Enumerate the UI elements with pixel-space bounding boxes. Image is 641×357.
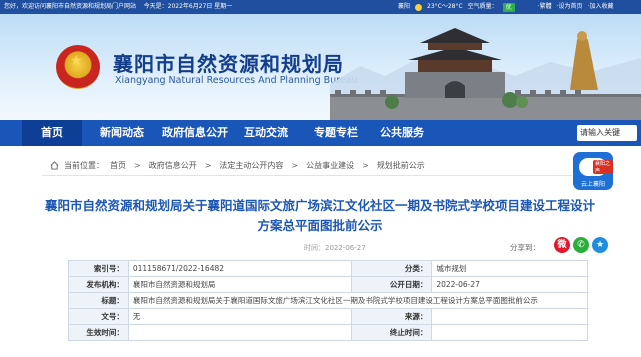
top-greeting: 您好，欢迎访问襄阳市自然资源和规划局门户网站 今天是：2022年6月27日 星期…	[4, 0, 232, 14]
home-icon	[50, 161, 59, 170]
table-row: 索引号： 011158671/2022-16482 分类： 城市规划	[68, 260, 588, 277]
weather-text: 23°C～28°C	[427, 3, 463, 10]
city-text: 襄阳	[398, 3, 411, 10]
breadcrumb-divider	[42, 175, 572, 176]
nav-home[interactable]: 首页	[22, 120, 82, 146]
expire-label: 终止时间：	[351, 324, 433, 341]
category-value: 城市规划	[431, 260, 588, 277]
weather-area: 襄阳 23°C～28°C 空气质量： 优 ·繁體 ·设为首页 ·加入收藏	[398, 0, 613, 14]
link-traditional[interactable]: ·繁體	[538, 0, 552, 14]
main-nav: 首页 新闻动态 政府信息公开 互动交流 专题专栏 公共服务 请输入关键	[0, 120, 641, 146]
nav-public-services[interactable]: 公共服务	[380, 120, 424, 146]
effective-label: 生效时间：	[68, 324, 129, 341]
index-label: 索引号：	[68, 260, 129, 277]
category-label: 分类：	[351, 260, 433, 277]
table-row: 标题： 襄阳市自然资源和规划局关于襄阳道国际文旅广场滨江文化社区一期及书院式学校…	[68, 292, 589, 309]
nav-special-topics[interactable]: 专题专栏	[314, 120, 358, 146]
site-subtitle: Xiangyang Natural Resources And Planning…	[115, 75, 358, 86]
table-row: 生效时间： 终止时间：	[68, 324, 588, 341]
breadcrumb-planning-notice[interactable]: 规划批前公示	[377, 160, 425, 171]
site-title: 襄阳市自然资源和规划局	[113, 52, 344, 76]
greeting-text: 您好，欢迎访问襄阳市自然资源和规划局门户网站	[4, 3, 137, 10]
title-value: 襄阳市自然资源和规划局关于襄阳道国际文旅广场滨江文化社区一期及书院式学校项目建设…	[127, 292, 589, 309]
qzone-share-icon[interactable]: ★	[592, 237, 608, 253]
source-value	[431, 308, 588, 325]
top-info-bar: 您好，欢迎访问襄阳市自然资源和规划局门户网站 今天是：2022年6月27日 星期…	[0, 0, 641, 14]
date-text: 今天是：2022年6月27日 星期一	[143, 3, 233, 10]
effective-value	[127, 324, 353, 341]
docno-label: 文号：	[68, 308, 129, 325]
article-title: 襄阳市自然资源和规划局关于襄阳道国际文旅广场滨江文化社区一期及书院式学校项目建设…	[44, 198, 595, 233]
city-gate-illustration	[330, 28, 641, 120]
breadcrumb-separator: >	[291, 161, 299, 170]
breadcrumb-separator: >	[204, 161, 212, 170]
share-label: 分享到：	[510, 243, 540, 252]
docno-value: 无	[127, 308, 353, 325]
header-banner: ★ 襄阳市自然资源和规划局 Xiangyang Natural Resource…	[0, 14, 641, 120]
source-label: 来源：	[351, 308, 433, 325]
index-value: 011158671/2022-16482	[127, 260, 353, 277]
publisher-label: 发布机构：	[68, 276, 129, 293]
aqi-badge: 优	[502, 2, 515, 12]
title-label: 标题：	[68, 292, 129, 309]
search-input[interactable]: 请输入关键	[577, 125, 637, 141]
info-table: 索引号： 011158671/2022-16482 分类： 城市规划 发布机构：…	[68, 260, 589, 341]
link-set-homepage[interactable]: ·设为首页	[557, 0, 583, 14]
table-row: 发布机构： 襄阳市自然资源和规划局 公开日期： 2022-06-27	[68, 276, 588, 293]
nav-interaction[interactable]: 互动交流	[244, 120, 288, 146]
breadcrumb: 当前位置： 首页 > 政府信息公开 > 法定主动公开内容 > 公益事业建设 > …	[50, 160, 425, 171]
link-add-favorite[interactable]: ·加入收藏	[588, 0, 614, 14]
weibo-share-icon[interactable]: 微	[554, 237, 570, 253]
app-badge[interactable]: 襄阳之声 云上襄阳	[573, 152, 613, 190]
breadcrumb-label: 当前位置：	[64, 161, 104, 170]
nav-news[interactable]: 新闻动态	[100, 120, 144, 146]
sun-icon	[415, 3, 423, 11]
nav-gov-info[interactable]: 政府信息公开	[162, 120, 228, 146]
breadcrumb-gov-info[interactable]: 政府信息公开	[149, 160, 197, 171]
publisher-value: 襄阳市自然资源和规划局	[127, 276, 353, 293]
pubdate-value: 2022-06-27	[431, 276, 588, 293]
expire-value	[431, 324, 588, 341]
national-emblem-icon: ★	[56, 45, 100, 89]
app-caption: 云上襄阳	[580, 181, 605, 188]
breadcrumb-separator: >	[134, 161, 141, 170]
breadcrumb-statutory[interactable]: 法定主动公开内容	[219, 160, 283, 171]
publish-time: 时间：2022-06-27	[304, 244, 366, 252]
app-name-tag: 襄阳之声	[593, 160, 613, 174]
pubdate-label: 公开日期：	[351, 276, 433, 293]
aqi-label: 空气质量：	[467, 3, 498, 10]
table-row: 文号： 无 来源：	[68, 308, 588, 325]
wechat-share-icon[interactable]: ✆	[573, 237, 589, 253]
breadcrumb-separator: >	[362, 161, 369, 170]
breadcrumb-home[interactable]: 首页	[110, 160, 126, 171]
breadcrumb-public-welfare[interactable]: 公益事业建设	[306, 160, 354, 171]
